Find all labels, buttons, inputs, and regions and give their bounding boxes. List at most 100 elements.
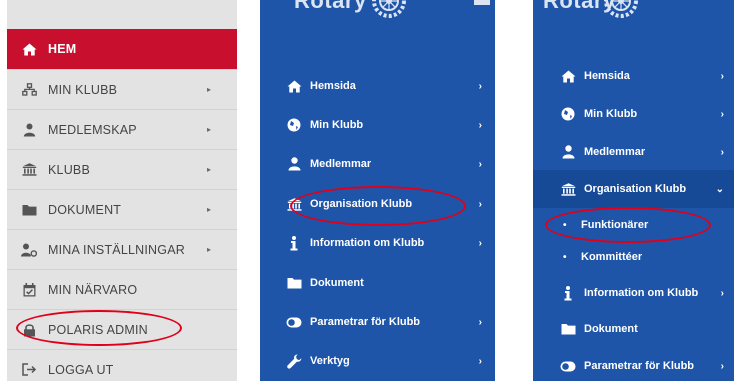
folder-icon (286, 275, 302, 291)
menu-item-medlemmar[interactable]: Medlemmar › (533, 134, 734, 170)
menu-item-verktyg[interactable]: Verktyg › (260, 343, 495, 379)
menu-item-label: Information om Klubb (584, 287, 699, 299)
bullet-icon: • (563, 219, 567, 231)
globe-icon (560, 106, 576, 122)
menu-item-parametrar-for-klubb[interactable]: Parametrar för Klubb › (533, 348, 734, 381)
menu-item-hemsida[interactable]: Hemsida › (260, 68, 495, 104)
menu-item-min-klubb[interactable]: Min Klubb › (260, 107, 495, 143)
submenu-item-kommitteer[interactable]: • Kommittéer (533, 239, 734, 275)
menu-item-label: LOGGA UT (48, 362, 114, 377)
chevron-right-icon: › (720, 287, 724, 299)
bank-icon (286, 196, 302, 212)
user-icon (286, 156, 302, 172)
bullet-icon: • (563, 251, 567, 263)
menu-item-label: Medlemmar (310, 158, 372, 170)
menu-item-organisation-klubb[interactable]: Organisation Klubb ⌄ (533, 170, 734, 208)
menu-item-parametrar-for-klubb[interactable]: Parametrar för Klubb › (260, 304, 495, 340)
toggle-icon (560, 358, 576, 374)
sidebar-panel-blue-collapsed: Rotary Hemsida › Min Klubb › Medlemmar ›… (260, 0, 495, 381)
menu-item-label: Information om Klubb (310, 237, 425, 249)
menu-item-dokument[interactable]: Dokument (533, 311, 734, 347)
sidebar-panel-grey: HEM MIN KLUBB ▸ MEDLEMSKAP ▸ KLUBB ▸ DOK… (7, 0, 237, 381)
menu-item-hem[interactable]: HEM (7, 29, 237, 69)
wrench-icon (286, 353, 302, 369)
menu-item-medlemmar[interactable]: Medlemmar › (260, 146, 495, 182)
chevron-right-icon: › (478, 355, 482, 367)
chevron-right-icon: ▸ (207, 205, 212, 214)
submenu-item-label: Kommittéer (581, 251, 643, 263)
menu-item-label: Min Klubb (584, 108, 638, 120)
toggle-icon (286, 314, 302, 330)
rotary-wheel-icon (604, 0, 638, 18)
menu-item-label: MIN NÄRVARO (48, 282, 138, 297)
menu-item-label: Organisation Klubb (310, 198, 413, 210)
rotary-logo: Rotary (533, 0, 734, 30)
menu-item-information-om-klubb[interactable]: Information om Klubb › (260, 225, 495, 261)
chevron-right-icon: ▸ (207, 85, 212, 94)
home-icon (560, 68, 576, 84)
menu-item-min-klubb[interactable]: MIN KLUBB ▸ (7, 69, 237, 109)
chevron-right-icon: ▸ (207, 165, 212, 174)
menu-item-min-narvaro[interactable]: MIN NÄRVARO (7, 269, 237, 309)
menu-item-organisation-klubb[interactable]: Organisation Klubb › (260, 186, 495, 222)
menu-item-dokument[interactable]: Dokument (260, 265, 495, 301)
folder-icon (21, 203, 37, 217)
submenu-item-label: Funktionärer (581, 219, 649, 231)
menu-item-label: Organisation Klubb (584, 183, 687, 195)
user-settings-icon (21, 243, 37, 257)
menu-item-label: MINA INSTÄLLNINGAR (48, 242, 185, 257)
chevron-right-icon: › (720, 146, 724, 158)
menu-item-label: Parametrar för Klubb (584, 360, 695, 372)
menu-item-label: Hemsida (584, 70, 630, 82)
menu-item-medlemskap[interactable]: MEDLEMSKAP ▸ (7, 109, 237, 149)
menu-item-information-om-klubb[interactable]: Information om Klubb › (533, 275, 734, 311)
menu-item-label: MIN KLUBB (48, 82, 118, 97)
sidebar-panel-blue-expanded: Rotary Hemsida › Min Klubb › Medlemmar ›… (533, 0, 734, 381)
home-icon (21, 42, 37, 56)
rotary-logo: Rotary (260, 0, 495, 30)
menu-item-label: HEM (48, 42, 77, 56)
logout-icon (21, 363, 37, 377)
lock-icon (21, 323, 37, 337)
chevron-right-icon: › (478, 198, 482, 210)
menu-item-label: Verktyg (310, 355, 350, 367)
menu-item-dokument[interactable]: DOKUMENT ▸ (7, 189, 237, 229)
menu-item-label: Dokument (584, 323, 638, 335)
menu-item-logga-ut[interactable]: LOGGA UT (7, 349, 237, 381)
menu-item-label: DOKUMENT (48, 202, 122, 217)
chevron-right-icon: › (720, 108, 724, 120)
sitemap-icon (21, 83, 37, 97)
menu-item-mina-installningar[interactable]: MINA INSTÄLLNINGAR ▸ (7, 229, 237, 269)
chevron-right-icon: › (478, 237, 482, 249)
info-icon (560, 285, 576, 301)
menu-item-label: KLUBB (48, 162, 90, 177)
calendar-icon (21, 282, 37, 297)
chevron-right-icon: › (720, 70, 724, 82)
menu-item-label: Medlemmar (584, 146, 646, 158)
logo-text: Rotary (294, 0, 367, 13)
menu-item-label: Hemsida (310, 80, 356, 92)
globe-icon (286, 117, 302, 133)
menu-item-min-klubb[interactable]: Min Klubb › (533, 96, 734, 132)
menu-item-klubb[interactable]: KLUBB ▸ (7, 149, 237, 189)
menu-item-label: POLARIS ADMIN (48, 322, 148, 337)
menu-item-hemsida[interactable]: Hemsida › (533, 58, 734, 94)
chevron-right-icon: › (478, 316, 482, 328)
chevron-right-icon: ▸ (207, 125, 212, 134)
user-icon (21, 123, 37, 137)
menu-item-polaris-admin[interactable]: POLARIS ADMIN (7, 309, 237, 349)
menu-item-label: Parametrar för Klubb (310, 316, 421, 328)
info-icon (286, 235, 302, 251)
folder-icon (560, 321, 576, 337)
menu-toggle-icon[interactable] (474, 0, 490, 5)
rotary-wheel-icon (372, 0, 406, 18)
chevron-right-icon: › (478, 158, 482, 170)
menu-item-label: MEDLEMSKAP (48, 122, 137, 137)
submenu-item-funktionarer[interactable]: • Funktionärer (533, 207, 734, 243)
bank-icon (560, 181, 576, 197)
chevron-right-icon: › (478, 80, 482, 92)
menu-item-label: Dokument (310, 277, 364, 289)
chevron-right-icon: ▸ (207, 245, 212, 254)
user-icon (560, 144, 576, 160)
chevron-right-icon: › (720, 360, 724, 372)
